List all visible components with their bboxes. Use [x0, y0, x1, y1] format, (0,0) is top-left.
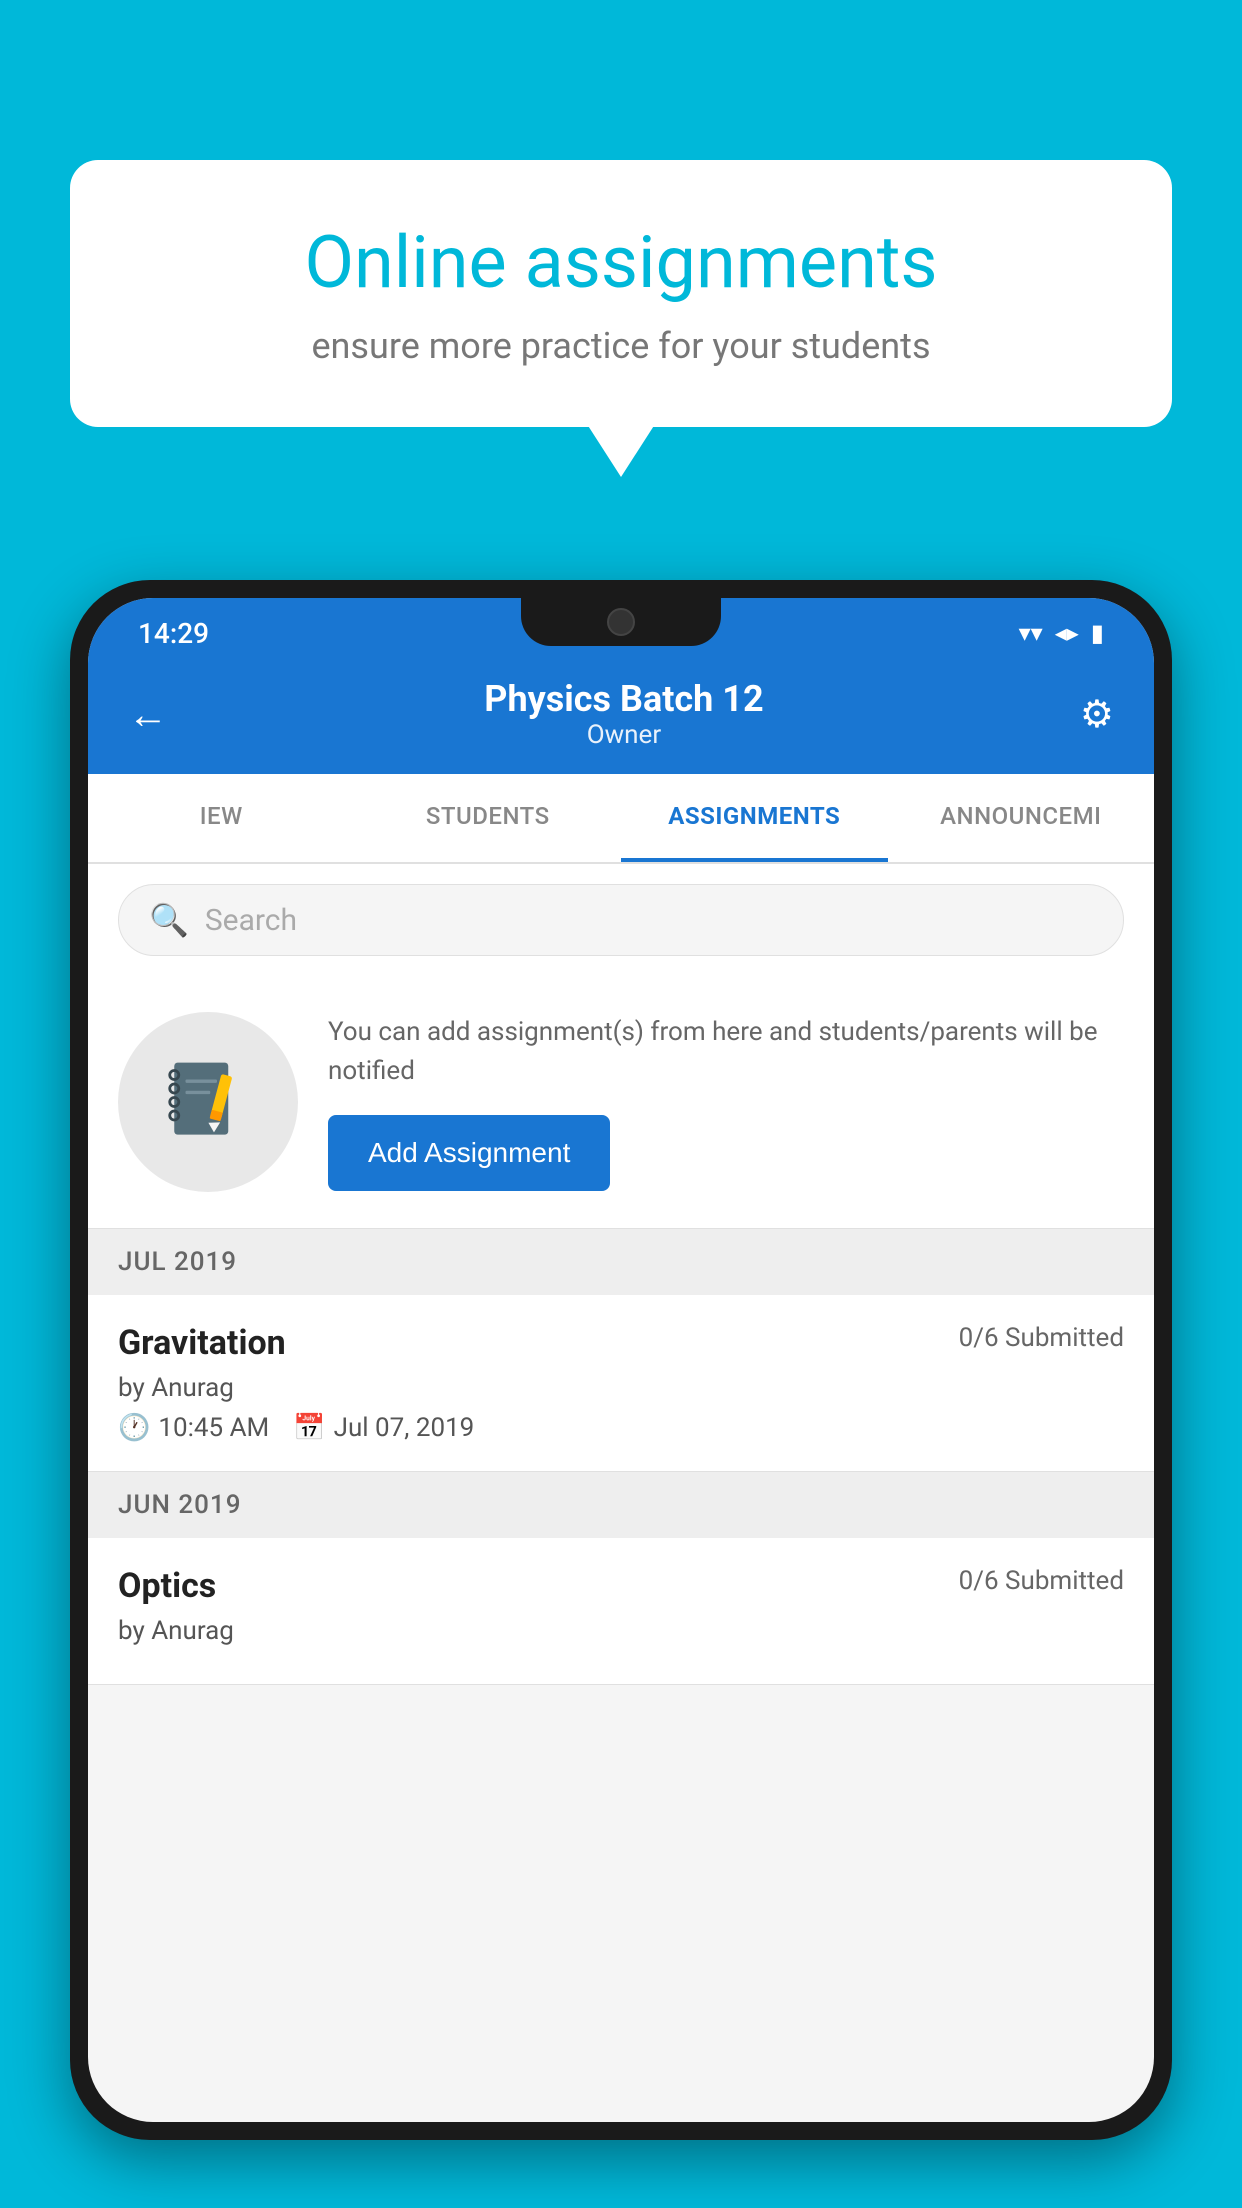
phone-container: 14:29 ▾▾ ◂▸ ▮ ← Physics Batch 12 Owner ⚙…	[70, 580, 1172, 2208]
battery-icon: ▮	[1091, 619, 1104, 647]
tab-iew[interactable]: IEW	[88, 774, 355, 862]
notebook-icon	[163, 1057, 253, 1147]
section-header-jun2019: JUN 2019	[88, 1472, 1154, 1538]
time-value: 10:45 AM	[158, 1413, 269, 1443]
search-placeholder: Search	[205, 903, 297, 938]
assignment-top: Gravitation 0/6 Submitted	[118, 1323, 1124, 1363]
assignment-top-optics: Optics 0/6 Submitted	[118, 1566, 1124, 1606]
speech-bubble-container: Online assignments ensure more practice …	[70, 160, 1172, 427]
tab-assignments[interactable]: ASSIGNMENTS	[621, 774, 888, 862]
phone-camera	[607, 608, 635, 636]
assignment-time: 🕐 10:45 AM	[118, 1413, 269, 1443]
promo-icon-circle	[118, 1012, 298, 1192]
assignment-meta: 🕐 10:45 AM 📅 Jul 07, 2019	[118, 1413, 1124, 1443]
assignment-item-optics[interactable]: Optics 0/6 Submitted by Anurag	[88, 1538, 1154, 1685]
header-title: Physics Batch 12	[484, 678, 763, 720]
phone-notch	[521, 598, 721, 646]
speech-bubble-subtitle: ensure more practice for your students	[140, 325, 1102, 367]
status-time: 14:29	[138, 617, 209, 650]
signal-icon: ◂▸	[1055, 619, 1079, 647]
speech-bubble-title: Online assignments	[140, 220, 1102, 305]
search-icon: 🔍	[149, 901, 189, 939]
assignment-promo: You can add assignment(s) from here and …	[88, 976, 1154, 1229]
date-value: Jul 07, 2019	[334, 1413, 475, 1443]
status-icons: ▾▾ ◂▸ ▮	[1019, 619, 1104, 647]
promo-content: You can add assignment(s) from here and …	[328, 1013, 1124, 1191]
assignment-by-optics: by Anurag	[118, 1616, 1124, 1646]
assignment-submitted: 0/6 Submitted	[959, 1323, 1124, 1353]
assignment-date: 📅 Jul 07, 2019	[293, 1413, 474, 1443]
speech-bubble: Online assignments ensure more practice …	[70, 160, 1172, 427]
phone-screen: 14:29 ▾▾ ◂▸ ▮ ← Physics Batch 12 Owner ⚙…	[88, 598, 1154, 2122]
section-header-jul2019: JUL 2019	[88, 1229, 1154, 1295]
app-header: ← Physics Batch 12 Owner ⚙	[88, 658, 1154, 774]
header-center: Physics Batch 12 Owner	[484, 678, 763, 750]
calendar-icon: 📅	[293, 1413, 325, 1443]
settings-icon[interactable]: ⚙	[1080, 692, 1114, 737]
assignment-name: Gravitation	[118, 1323, 286, 1363]
add-assignment-button[interactable]: Add Assignment	[328, 1115, 610, 1191]
assignment-name-optics: Optics	[118, 1566, 216, 1606]
assignment-item-gravitation[interactable]: Gravitation 0/6 Submitted by Anurag 🕐 10…	[88, 1295, 1154, 1472]
tab-announcements[interactable]: ANNOUNCEMI	[888, 774, 1155, 862]
search-container: 🔍 Search	[88, 864, 1154, 976]
assignment-by: by Anurag	[118, 1373, 1124, 1403]
assignment-submitted-optics: 0/6 Submitted	[959, 1566, 1124, 1596]
clock-icon: 🕐	[118, 1413, 150, 1443]
tabs-container: IEW STUDENTS ASSIGNMENTS ANNOUNCEMI	[88, 774, 1154, 864]
tab-students[interactable]: STUDENTS	[355, 774, 622, 862]
phone-outer: 14:29 ▾▾ ◂▸ ▮ ← Physics Batch 12 Owner ⚙…	[70, 580, 1172, 2140]
search-box[interactable]: 🔍 Search	[118, 884, 1124, 956]
back-button[interactable]: ←	[128, 691, 168, 738]
promo-text: You can add assignment(s) from here and …	[328, 1013, 1124, 1091]
header-subtitle: Owner	[484, 720, 763, 750]
wifi-icon: ▾▾	[1019, 619, 1043, 647]
